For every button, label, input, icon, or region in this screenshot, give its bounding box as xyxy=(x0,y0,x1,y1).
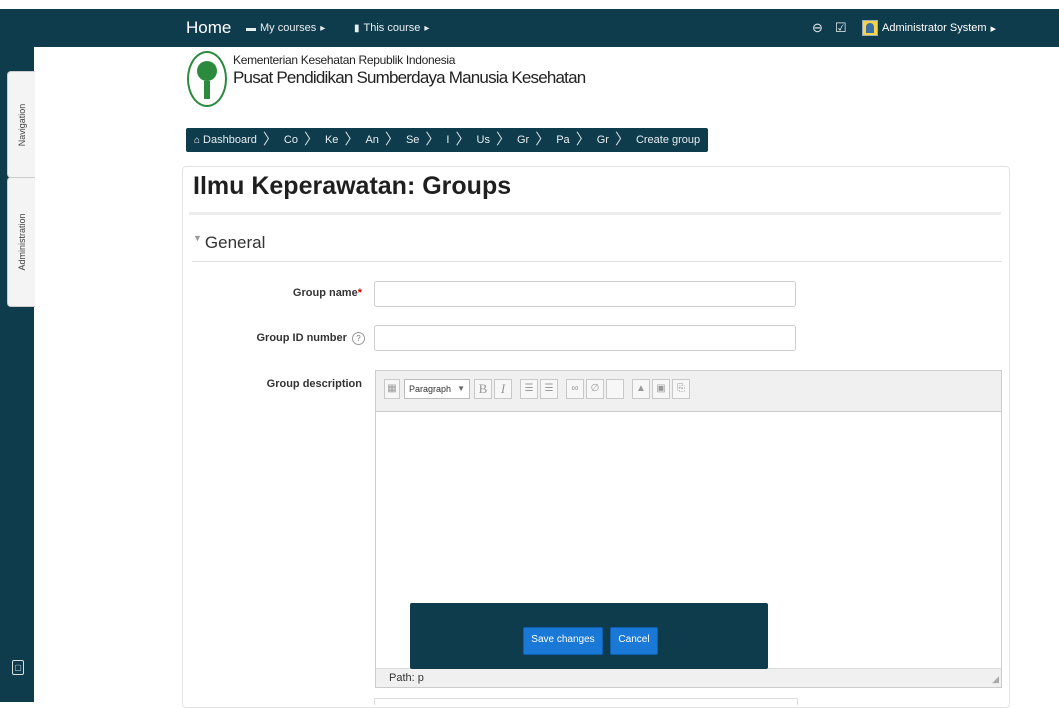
left-dock: Navigation Administration xyxy=(0,47,35,702)
section-title: General xyxy=(204,233,266,252)
cancel-button[interactable]: Cancel xyxy=(610,627,658,655)
dock-tab-navigation-label: Navigation xyxy=(16,103,27,146)
breadcrumb-item[interactable]: Se xyxy=(406,134,419,146)
editor-path-text: Path: p xyxy=(389,672,424,684)
top-navbar: Home ▬ My courses ▸ ▮ This course ▸ ⊖ ☑ … xyxy=(0,9,1059,47)
book-icon: ▮ xyxy=(354,22,360,34)
save-changes-button[interactable]: Save changes xyxy=(523,627,603,655)
sticky-action-bar: Save changes Cancel xyxy=(410,603,768,669)
logo-text: Kementerian Kesehatan Republik Indonesia… xyxy=(233,51,586,88)
collapse-triangle-icon: ▼ xyxy=(193,233,202,243)
image-icon[interactable]: ▲ xyxy=(632,379,650,399)
chevron-right-icon: 〉 xyxy=(425,131,441,148)
italic-icon[interactable]: I xyxy=(494,379,512,399)
dock-settings-icon[interactable]: ▢ xyxy=(12,660,24,675)
caret-right-icon: ▸ xyxy=(990,22,997,35)
file-manager-icon[interactable]: ⎘ xyxy=(672,379,690,399)
breadcrumb-item[interactable]: Ke xyxy=(325,134,338,146)
breadcrumb-item[interactable]: Co xyxy=(284,134,298,146)
user-name: Administrator System xyxy=(882,22,987,34)
chevron-right-icon: 〉 xyxy=(535,131,551,148)
help-icon[interactable]: ? xyxy=(352,332,365,345)
breadcrumb: ⌂ Dashboard 〉 Co 〉 Ke 〉 An 〉 Se 〉 I 〉 Us… xyxy=(186,128,709,152)
group-id-input[interactable] xyxy=(374,325,796,351)
home-icon: ⌂ xyxy=(194,134,201,146)
dock-tab-administration[interactable]: Administration xyxy=(7,177,35,307)
caret-right-icon: ▸ xyxy=(424,22,430,34)
chevron-right-icon: 〉 xyxy=(614,131,630,148)
paragraph-select-value: Paragraph xyxy=(409,384,452,394)
group-name-input[interactable] xyxy=(374,281,796,307)
breadcrumb-item[interactable]: Gr xyxy=(517,134,529,146)
disabled-blank-icon xyxy=(606,379,624,399)
logo-line1: Kementerian Kesehatan Republik Indonesia xyxy=(233,53,456,67)
breadcrumb-item[interactable]: Gr xyxy=(597,134,609,146)
chevron-right-icon: 〉 xyxy=(344,131,360,148)
group-name-label: Group name xyxy=(292,287,358,299)
required-icon: * xyxy=(357,287,362,299)
this-course-menu[interactable]: ▮ This course ▸ xyxy=(354,22,429,34)
avatar xyxy=(862,20,878,36)
user-menu[interactable]: Administrator System ▸ xyxy=(862,20,996,36)
my-courses-menu[interactable]: ▬ My courses ▸ xyxy=(246,22,325,34)
bullet-list-icon[interactable]: ☰ xyxy=(520,379,538,399)
group-id-label-wrap: Group ID number ? xyxy=(230,332,365,345)
title-divider xyxy=(189,212,1001,215)
page-title: Ilmu Keperawatan: Groups xyxy=(193,172,512,200)
breadcrumb-item[interactable]: Us xyxy=(477,134,490,146)
section-general-toggle[interactable]: ▼ General xyxy=(193,233,265,253)
breadcrumb-item[interactable]: An xyxy=(365,134,378,146)
chevron-right-icon: 〉 xyxy=(384,131,400,148)
breadcrumb-item[interactable]: I xyxy=(446,134,449,146)
chevron-right-icon: 〉 xyxy=(455,131,471,148)
chevron-right-icon: 〉 xyxy=(495,131,511,148)
ministry-emblem-icon xyxy=(187,51,227,107)
dock-tab-administration-label: Administration xyxy=(16,213,27,271)
caret-right-icon: ▸ xyxy=(320,22,326,34)
resize-handle-icon[interactable]: ◢ xyxy=(992,674,999,685)
unlink-icon[interactable]: ∅ xyxy=(586,379,604,399)
my-courses-label: My courses xyxy=(260,22,317,34)
numbered-list-icon[interactable]: ☰ xyxy=(540,379,558,399)
folder-icon: ▬ xyxy=(246,22,256,34)
toolbar-toggle-icon[interactable]: ▦ xyxy=(384,379,400,399)
logo-line2: Pusat Pendidikan Sumberdaya Manusia Kese… xyxy=(233,68,586,87)
dock-tab-navigation[interactable]: Navigation xyxy=(7,71,35,178)
globe-icon[interactable]: ⊖ xyxy=(812,20,823,36)
chevron-right-icon: 〉 xyxy=(575,131,591,148)
breadcrumb-item[interactable]: Pa xyxy=(556,134,569,146)
editor-path-bar: Path: p ◢ xyxy=(375,668,1002,688)
navbar-left-gap xyxy=(0,9,34,47)
breadcrumb-item[interactable]: Dashboard xyxy=(203,134,257,146)
group-name-label-wrap: Group name* xyxy=(250,287,362,299)
group-description-label: Group description xyxy=(266,378,362,390)
this-course-label: This course xyxy=(363,22,421,34)
chevron-right-icon: 〉 xyxy=(303,131,319,148)
media-icon[interactable]: ▣ xyxy=(652,379,670,399)
paragraph-select[interactable]: Paragraph ▼ xyxy=(404,379,470,399)
link-icon[interactable]: ∞ xyxy=(566,379,584,399)
site-logo[interactable]: Kementerian Kesehatan Republik Indonesia… xyxy=(187,51,586,107)
chevron-down-icon: ▼ xyxy=(457,384,465,393)
section-divider xyxy=(192,261,1002,262)
group-id-label: Group ID number xyxy=(256,332,347,344)
messages-icon[interactable]: ☑ xyxy=(835,20,847,36)
editor-toolbar: ▦ Paragraph ▼ B I ☰ ☰ ∞ ∅ ▲ ▣ ⎘ xyxy=(376,371,1001,412)
bold-icon[interactable]: B xyxy=(474,379,492,399)
breadcrumb-current: Create group xyxy=(635,134,701,146)
chevron-right-icon: 〉 xyxy=(262,131,278,148)
home-link[interactable]: Home xyxy=(186,18,231,38)
